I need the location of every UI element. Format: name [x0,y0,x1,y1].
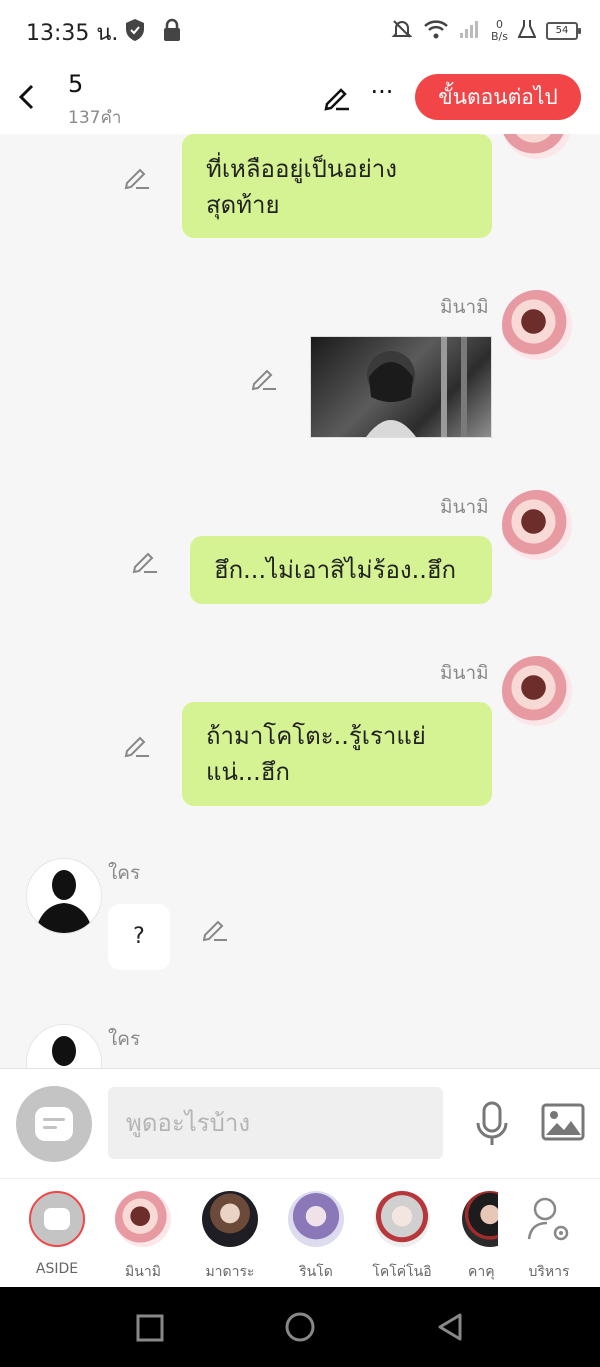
user-settings-icon [521,1191,577,1247]
character-label: มินามิ [125,1264,161,1280]
edit-message-button[interactable] [200,914,230,944]
pencil-icon [124,168,149,190]
page-title: 5 [68,70,84,98]
avatar[interactable] [502,490,572,560]
pencil-icon [324,88,349,111]
image-upload-button[interactable] [541,1103,585,1141]
bell-off-icon [391,18,413,44]
pencil-icon [124,736,149,758]
character-minami[interactable]: มินามิ [105,1191,181,1283]
chat-area[interactable]: ที่เหลืออยู่เป็นอย่าง สุดท้าย มินามิ มิน… [0,134,600,1068]
silhouette-icon [52,1036,76,1066]
avatar[interactable] [502,134,572,159]
status-right: 0 B/s 54 [391,14,581,48]
circle-icon [285,1312,315,1342]
pencil-icon [202,920,227,942]
avatar [202,1191,258,1247]
sender-name: ใคร [108,1028,141,1050]
system-nav-bar [0,1287,600,1367]
pencil-icon [132,552,157,574]
image-icon [541,1103,585,1141]
character-label: บริหาร [528,1264,570,1280]
shield-icon [124,18,146,46]
edit-button[interactable] [322,82,352,112]
word-count: 137คำ [68,108,122,128]
character-aside[interactable]: ASIDE [19,1191,95,1277]
chevron-left-icon [18,84,34,110]
pencil-icon [251,369,276,391]
avatar [115,1191,171,1247]
status-bar: 13:35 น. 0 B/s 54 [0,0,600,62]
sender-name: มินามิ [440,496,489,518]
home-button[interactable] [284,1311,316,1347]
flask-icon [517,19,537,43]
wifi-icon [423,18,449,44]
character-label: มาดาระ [205,1264,255,1280]
edit-message-button[interactable] [130,546,160,576]
message-bubble[interactable]: ถ้ามาโคโตะ..รู้เราแย่ แน่...ฮึก [182,702,492,806]
aside-avatar [29,1191,85,1247]
mic-button[interactable] [474,1101,510,1147]
back-nav-button[interactable] [436,1312,464,1346]
more-button[interactable]: ··· [368,80,396,110]
chat-bubble-icon [35,1107,73,1141]
square-icon [136,1314,164,1342]
image-message[interactable] [310,336,492,438]
sender-name: มินามิ [440,662,489,684]
character-label: โคโค่โนอิ [372,1264,432,1280]
recents-button[interactable] [136,1314,164,1346]
edit-message-button[interactable] [122,162,152,192]
edit-message-button[interactable] [249,363,279,393]
character-bar: ASIDE มินามิ มาดาระ รินโด โคโค่โนอิ คาคุ… [0,1178,600,1287]
chat-header: 5 137คำ ··· ขั้นตอนต่อไป [0,62,600,134]
edit-message-button[interactable] [122,730,152,760]
avatar[interactable] [502,656,572,726]
aside-toggle-button[interactable] [16,1086,92,1162]
character-label: คาคุ [468,1264,495,1280]
sender-name: ใคร [108,862,141,884]
status-time: 13:35 น. [26,21,119,46]
battery-icon: 54 [546,22,581,40]
microphone-icon [476,1101,508,1145]
message-bubble[interactable]: ที่เหลืออยู่เป็นอย่าง สุดท้าย [182,134,492,238]
avatar[interactable] [26,1024,102,1068]
character-kokonoi[interactable]: โคโค่โนอิ [364,1191,440,1283]
message-bubble[interactable]: ฮึก...ไม่เอาสิไม่ร้อง..ฮึก [190,536,492,604]
character-label: รินโด [299,1264,333,1280]
character-rindo[interactable]: รินโด [278,1191,354,1283]
character-label: ASIDE [35,1261,79,1277]
net-speed: 0 B/s [491,18,508,43]
avatar [288,1191,344,1247]
avatar [462,1191,498,1247]
triangle-back-icon [438,1313,462,1341]
message-bubble[interactable]: ? [108,904,170,970]
message-image [366,337,467,437]
avatar[interactable] [26,858,102,934]
avatar[interactable] [502,290,572,360]
silhouette-icon [35,870,93,933]
message-input[interactable] [108,1087,443,1159]
next-step-button[interactable]: ขั้นตอนต่อไป [415,74,581,120]
message-input-bar [0,1068,600,1179]
character-madara[interactable]: มาดาระ [192,1191,268,1283]
back-button[interactable] [14,82,40,112]
manage-characters-button[interactable]: บริหาร [511,1191,587,1283]
signal-icon [459,19,481,43]
lock-icon [162,18,182,46]
character-kaku[interactable]: คาคุ [452,1191,498,1283]
sender-name: มินามิ [440,296,489,318]
avatar [374,1191,430,1247]
